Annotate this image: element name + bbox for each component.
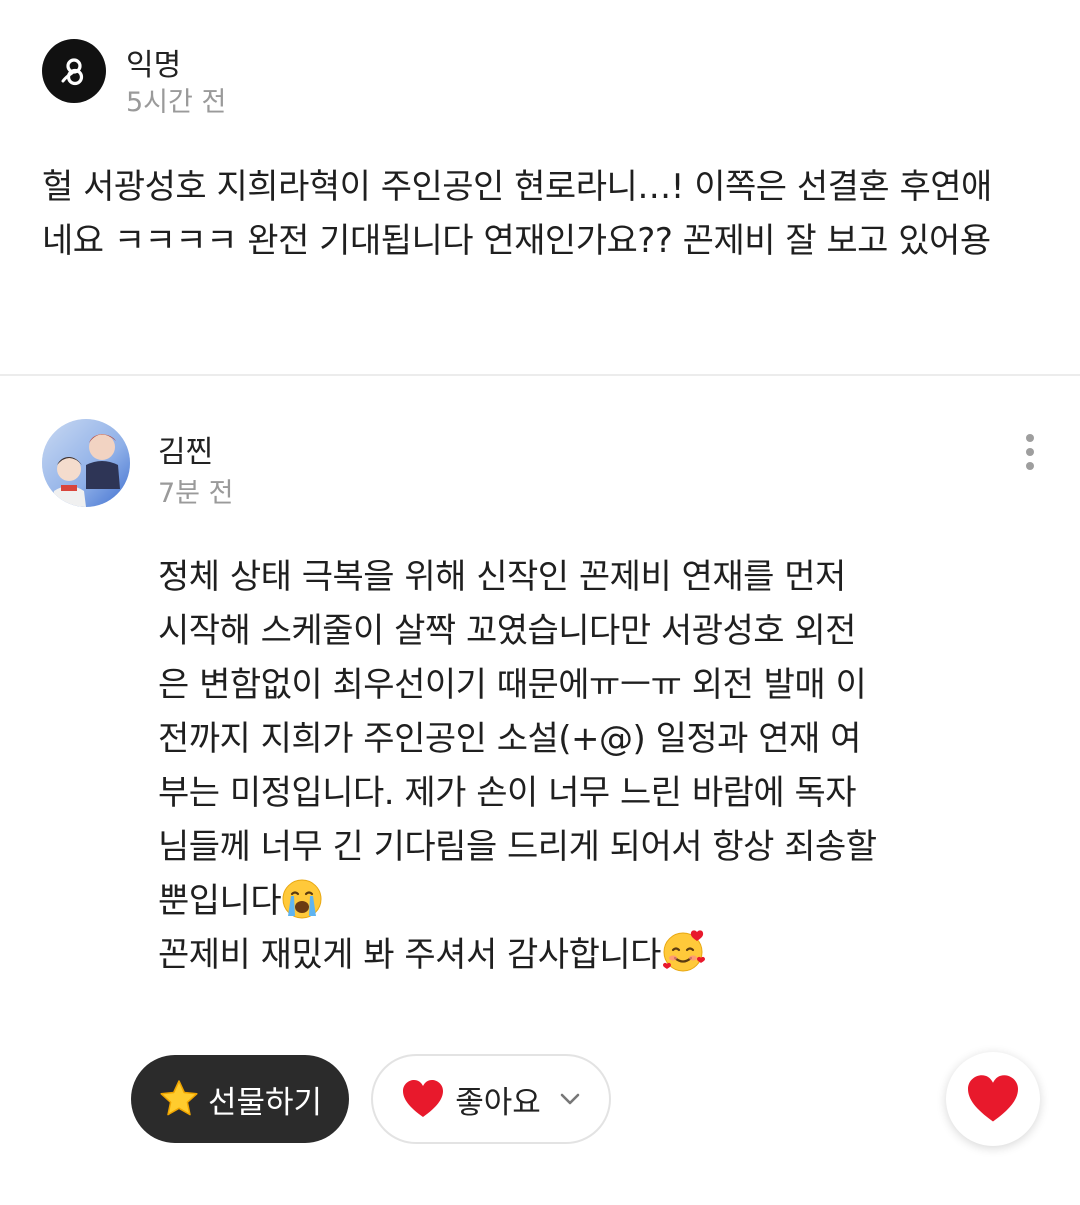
heart-icon <box>968 1075 1018 1122</box>
anonymous-logo-icon <box>61 58 84 86</box>
comment-username[interactable]: 김찐 <box>158 427 213 471</box>
chevron-down-icon[interactable] <box>559 1092 581 1106</box>
heart-react-button[interactable] <box>946 1052 1040 1146</box>
comment-timestamp: 7분 전 <box>158 478 234 509</box>
comment-divider <box>0 374 1080 376</box>
more-options-button[interactable] <box>1010 428 1050 476</box>
comment-text: 헐 서광성호 지희라혁이 주인공인 현로라니…! 이쪽은 선결혼 후연애 네요 … <box>42 167 992 261</box>
like-reaction-button[interactable]: 좋아요 <box>371 1054 611 1144</box>
heart-icon <box>401 1079 445 1119</box>
anonymous-avatar[interactable] <box>42 39 106 103</box>
more-vertical-icon <box>1026 434 1034 442</box>
comment-text: 정체 상태 극복을 위해 신작인 꼰제비 연재를 먼저 시작해 스케줄이 살짝 … <box>158 550 918 982</box>
like-button-label: 좋아요 <box>455 1084 541 1121</box>
star-icon <box>158 1078 200 1120</box>
author-avatar[interactable] <box>42 419 130 507</box>
gift-button-label: 선물하기 <box>207 1084 323 1121</box>
comment-body: 정체 상태 극복을 위해 신작인 꼰제비 연재를 먼저 시작해 스케줄이 살짝 … <box>158 550 918 982</box>
comment-text-thanks: 꼰제비 재밌게 봐 주셔서 감사합니다 <box>158 935 661 975</box>
comment-text-main: 정체 상태 극복을 위해 신작인 꼰제비 연재를 먼저 시작해 스케줄이 살짝 … <box>158 557 877 921</box>
comment-username[interactable]: 익명 <box>126 40 181 84</box>
smiling-face-with-hearts-emoji <box>662 930 705 972</box>
gift-button[interactable]: 선물하기 <box>131 1055 349 1143</box>
crying-face-emoji <box>282 879 322 919</box>
author-profile-image <box>42 419 130 507</box>
comment-timestamp: 5시간 전 <box>126 87 227 118</box>
